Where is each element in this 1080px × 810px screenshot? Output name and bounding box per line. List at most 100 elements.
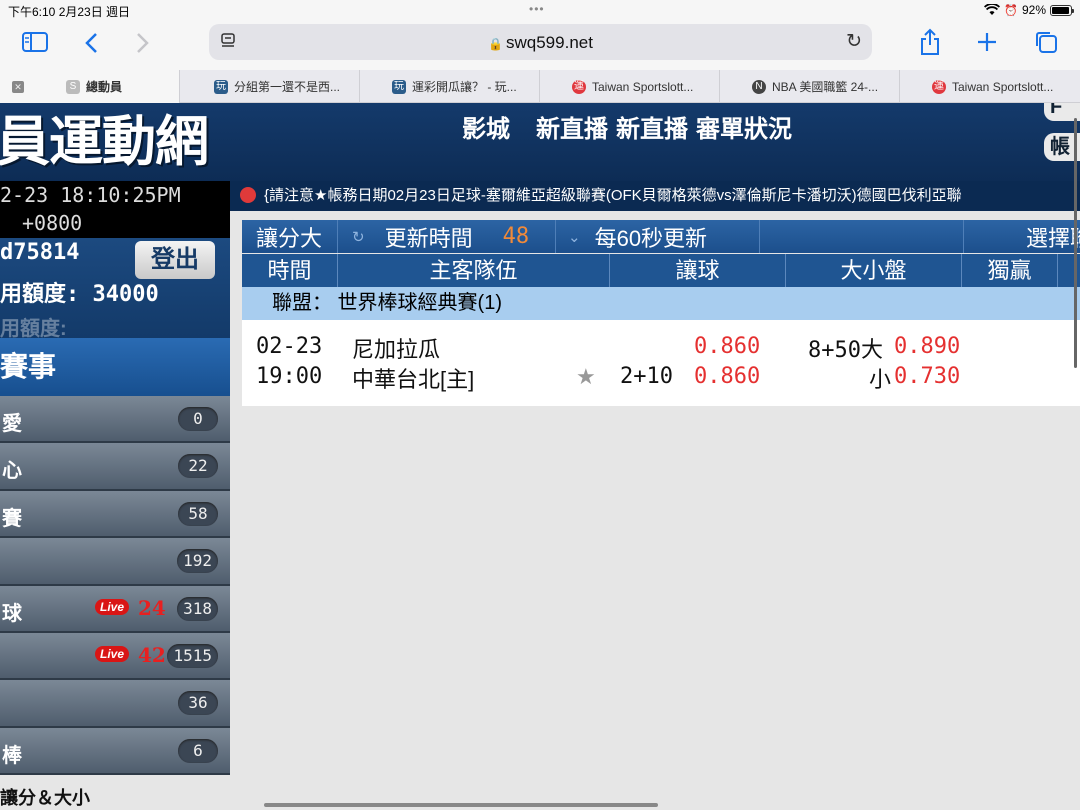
site-banner: 員運動網 影城 新直播 新直播 審單狀況 F 帳 [0, 103, 1080, 181]
tab-bar: ✕ S 總動員 玩 分組第一還不是西... 玩 運彩開瓜讓？ - 玩... 運 … [0, 70, 1080, 103]
back-icon[interactable] [84, 32, 98, 54]
refresh-interval-select[interactable]: ⌄ 每60秒更新 [556, 220, 760, 253]
col-handicap: 讓球 [610, 254, 786, 287]
credit-limit: 用額度: 34000 [0, 282, 159, 307]
sport-count-badge: 0 [178, 407, 218, 431]
reload-icon[interactable]: ↻ [846, 30, 862, 53]
battery-percent: 92% [1021, 3, 1046, 17]
select-league-label: 選擇聯 [1026, 225, 1080, 251]
battery-icon [1050, 4, 1074, 16]
tab-label: 運彩開瓜讓？ - 玩... [412, 80, 517, 94]
sport-item[interactable]: 愛 0 [0, 396, 230, 444]
chevron-down-icon: ⌄ [568, 228, 581, 246]
refresh-icon[interactable]: ↻ [352, 228, 365, 246]
logout-button[interactable]: 登出 [135, 241, 215, 279]
update-countdown: 48 [502, 224, 530, 249]
tab-label: Taiwan Sportslott... [952, 79, 1054, 94]
new-tab-icon[interactable] [976, 31, 998, 53]
sportslottery-favicon-icon: 運 [572, 79, 586, 94]
ticker-text: {請注意★帳務日期02月23日足球-塞爾維亞超級聯賽(OFK貝爾格萊德vs澤倫斯… [264, 187, 962, 204]
status-time-date: 下午6:10 2月23日 週日 [8, 5, 131, 19]
server-clock: 2-23 18:10:25PM +0800 [0, 181, 230, 238]
mode-select[interactable]: 讓分大 [242, 220, 338, 253]
url-text: swq599.net [506, 33, 593, 52]
select-league-button[interactable]: 選擇聯 [964, 220, 1080, 253]
refresh-label: 每60秒更新 [594, 225, 708, 251]
nav-cinema[interactable]: 影城 [462, 109, 510, 144]
announcement-icon [240, 187, 256, 204]
handicap-home-odds[interactable]: 0.860 [694, 364, 760, 389]
tab-label: NBA 美國職籃 24-... [772, 80, 879, 94]
col-total: 大小盤 [786, 254, 962, 287]
handicap-total-label[interactable]: 讓分＆大小 [0, 783, 230, 810]
sport-item[interactable]: 192 [0, 538, 230, 586]
live-badge[interactable]: Live [95, 598, 130, 615]
home-team: 中華台北[主] [352, 367, 475, 392]
events-section-title: 賽事 [0, 338, 230, 396]
away-team: 尼加拉瓜 [352, 337, 441, 362]
favorite-star-icon[interactable]: ★ [576, 364, 596, 390]
sport-list: 愛 0 心 22 賽 58 192 球 Live 24 318 Live 42 … [0, 396, 230, 776]
sidebar-icon[interactable] [22, 32, 48, 52]
browser-toolbar: 🔒 swq599.net ↻ [0, 20, 1080, 70]
tab-label: Taiwan Sportslott... [592, 79, 694, 94]
url-display[interactable]: 🔒 swq599.net [209, 33, 872, 53]
table-row: 02-23 19:00 尼加拉瓜 中華台北[主] ★ 2+10 0.860 0.… [242, 320, 1080, 406]
tab-3[interactable]: 運 Taiwan Sportslott... [540, 70, 720, 103]
tab-overview-icon[interactable] [1034, 30, 1058, 54]
live-badge[interactable]: Live [95, 645, 130, 662]
sport-count-badge: 1515 [167, 643, 218, 668]
tab-label: 分組第一還不是西... [234, 80, 341, 94]
tab-0[interactable]: ✕ S 總動員 [0, 70, 180, 103]
sport-count-badge: 318 [177, 596, 218, 621]
nav-live-1[interactable]: 新直播 [536, 109, 608, 144]
sport-name: 愛 [2, 413, 22, 435]
alarm-icon: ⏰ [1004, 4, 1018, 17]
user-id: d75814 [0, 240, 80, 265]
nav-bet-status[interactable]: 審單狀況 [696, 109, 792, 144]
sport-item[interactable]: 賽 58 [0, 490, 230, 539]
mode-label: 讓分大 [256, 225, 323, 251]
sport-item[interactable]: Live 42 1515 [0, 632, 230, 681]
tab-close-icon[interactable]: ✕ [12, 80, 24, 93]
sport-name: 棒 [2, 744, 22, 767]
total-under-odds[interactable]: 0.730 [894, 364, 960, 389]
top-nav: 影城 新直播 新直播 審單狀況 [462, 109, 792, 144]
clock-timezone: +0800 [22, 211, 83, 235]
match-date: 02-23 [256, 334, 323, 359]
sportslottery-favicon-icon: 運 [932, 79, 946, 94]
tab-5[interactable]: 運 Taiwan Sportslott... [900, 70, 1080, 103]
sport-name: 球 [2, 602, 22, 625]
league-row[interactable]: 聯盟： 世界棒球經典賽(1) [242, 287, 1080, 320]
spacer-cell [760, 220, 964, 253]
clock-datetime: 2-23 18:10:25PM [0, 183, 181, 207]
tab-4[interactable]: N NBA 美國職籃 24-... [720, 70, 900, 103]
tab-2[interactable]: 玩 運彩開瓜讓？ - 玩... [360, 70, 540, 103]
col-time: 時間 [242, 254, 338, 287]
address-bar[interactable]: 🔒 swq599.net ↻ [209, 24, 872, 60]
sport-item[interactable]: 棒 6 [0, 727, 230, 776]
sport-item[interactable]: 球 Live 24 318 [0, 585, 230, 633]
col-teams: 主客隊伍 [338, 254, 610, 287]
sport-count-badge: 36 [178, 691, 218, 716]
web-page: 員運動網 影城 新直播 新直播 審單狀況 F 帳 2-23 18:10:25PM… [0, 103, 1080, 810]
sport-item[interactable]: 心 22 [0, 443, 230, 491]
tab-label: 總動員 [86, 80, 123, 94]
vertical-scrollbar[interactable] [1074, 118, 1077, 368]
total-over-odds[interactable]: 0.890 [894, 334, 960, 359]
news-ticker: {請注意★帳務日期02月23日足球-塞爾維亞超級聯賽(OFK貝爾格萊德vs澤倫斯… [230, 181, 1080, 211]
site-favicon-icon: S [66, 79, 80, 94]
nav-live-2[interactable]: 新直播 [616, 109, 688, 144]
horizontal-scrollbar[interactable] [264, 803, 658, 807]
live-count: 24 [138, 595, 166, 620]
forward-icon[interactable] [136, 32, 150, 54]
update-time[interactable]: ↻ 更新時間 48 [338, 220, 556, 253]
sport-count-badge: 58 [178, 501, 218, 526]
sport-item[interactable]: 36 [0, 680, 230, 728]
handicap-away-odds[interactable]: 0.860 [694, 334, 760, 359]
share-icon[interactable] [919, 28, 941, 56]
tab-1[interactable]: 玩 分組第一還不是西... [180, 70, 360, 103]
wan-favicon-icon: 玩 [214, 79, 228, 94]
multitask-dots-icon[interactable]: ••• [529, 2, 545, 16]
update-label: 更新時間 [384, 225, 473, 251]
